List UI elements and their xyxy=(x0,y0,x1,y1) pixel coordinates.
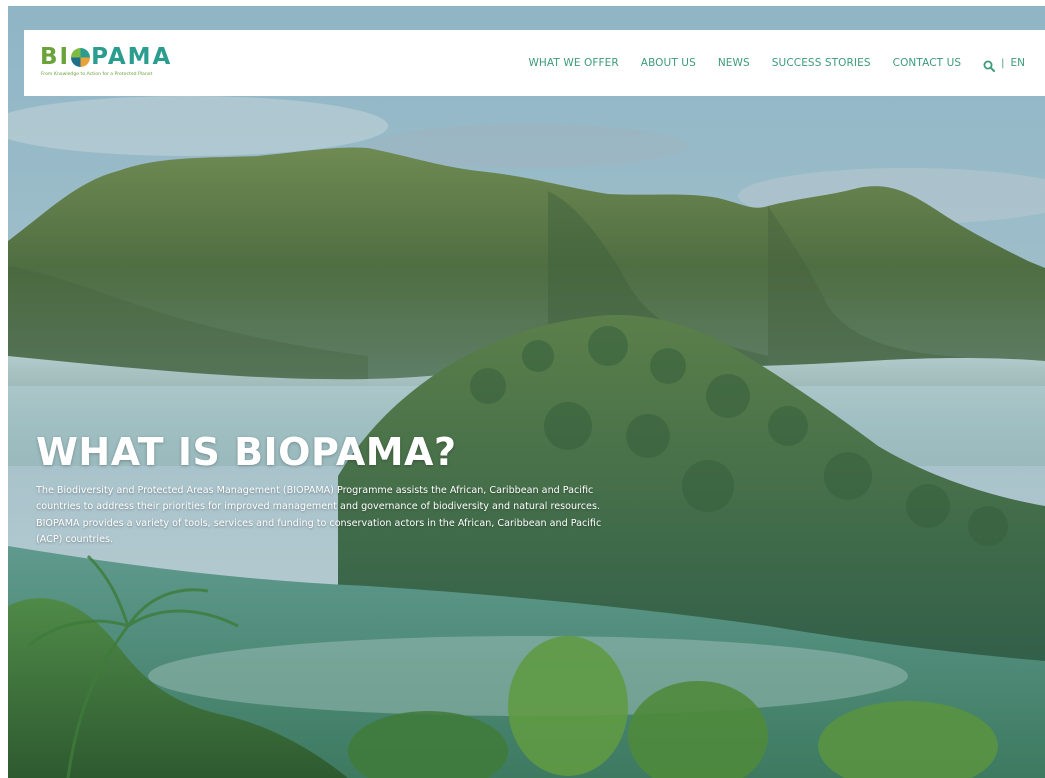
page: BI PAMA From Knowledge to Action for a P… xyxy=(8,6,1045,778)
hero-description: The Biodiversity and Protected Areas Man… xyxy=(36,485,602,545)
logo-tagline: From Knowledge to Action for a Protected… xyxy=(41,72,153,77)
site-header: BI PAMA From Knowledge to Action for a P… xyxy=(24,30,1045,96)
search-icon[interactable] xyxy=(983,57,996,72)
language-switcher[interactable]: EN xyxy=(1011,57,1026,69)
logo-wordmark: BI PAMA xyxy=(40,44,172,70)
hero-background-image xyxy=(8,6,1045,778)
hero-title: WHAT IS BIOPAMA? xyxy=(36,430,457,474)
nav-item-news[interactable]: NEWS xyxy=(718,57,750,69)
nav-item-what-we-offer[interactable]: WHAT WE OFFER xyxy=(528,57,618,69)
logo-wordmark-end: PAMA xyxy=(91,44,173,70)
logo-globe-icon xyxy=(71,47,91,67)
logo-wordmark-start: BI xyxy=(40,44,71,70)
biopama-logo[interactable]: BI PAMA From Knowledge to Action for a P… xyxy=(40,44,200,84)
nav-separator: | xyxy=(1001,57,1005,69)
nav-item-about-us[interactable]: ABOUT US xyxy=(641,57,696,69)
nav-item-success-stories[interactable]: SUCCESS STORIES xyxy=(772,57,871,69)
main-nav: WHAT WE OFFER ABOUT US NEWS SUCCESS STOR… xyxy=(506,30,1025,96)
nav-tools: | EN xyxy=(983,57,1026,72)
nav-item-contact-us[interactable]: CONTACT US xyxy=(893,57,961,69)
